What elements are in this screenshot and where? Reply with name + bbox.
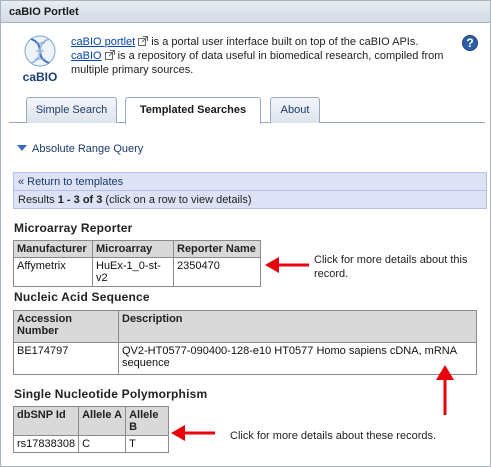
table-cell[interactable]: rs17838308: [12, 435, 80, 453]
table-cell[interactable]: Affymetrix: [13, 257, 93, 287]
column-header: Accession Number: [13, 310, 119, 343]
table-cell[interactable]: HuEx-1_0-st-v2: [92, 257, 174, 287]
results-suffix: (click on a row to view details): [102, 194, 252, 206]
table-cell[interactable]: QV2-HT0577-090400-128-e10 HT0577 Homo sa…: [118, 342, 477, 375]
intro-text-1: is a portal user interface built on top …: [151, 36, 419, 48]
query-label: Absolute Range Query: [32, 143, 144, 155]
nucleic-acid-sequence-table: Accession Number Description BE174797 QV…: [13, 310, 477, 375]
microarray-reporter-heading: Microarray Reporter: [14, 221, 133, 235]
column-header: Manufacturer: [13, 240, 93, 258]
intro-text: caBIO portlet is a portal user interface …: [71, 35, 456, 77]
external-link-icon: [104, 50, 115, 60]
table-cell[interactable]: T: [125, 435, 169, 453]
results-nav: « Return to templates Results 1 - 3 of 3…: [13, 172, 487, 209]
results-range: 1 - 3 of 3: [57, 194, 103, 206]
microarray-reporter-table: Manufacturer Microarray Reporter Name Af…: [13, 240, 261, 287]
snp-table: dbSNP Id Allele A Allele B rs17838308 C …: [12, 406, 169, 453]
logo-text: caBIO: [23, 70, 58, 84]
results-prefix: Results: [18, 194, 58, 206]
portlet-titlebar: caBIO Portlet: [1, 1, 490, 23]
tab-about[interactable]: About: [270, 97, 320, 123]
column-header: Allele B: [125, 406, 169, 436]
expand-triangle-icon: [17, 145, 27, 151]
dna-logo-icon: caBIO: [23, 35, 58, 84]
table-cell[interactable]: 2350470: [173, 257, 261, 287]
table-header-row: Manufacturer Microarray Reporter Name: [13, 240, 261, 258]
cabio-portlet-link[interactable]: caBIO portlet: [71, 36, 135, 48]
table-header-row: dbSNP Id Allele A Allele B: [12, 406, 169, 436]
table-row[interactable]: Affymetrix HuEx-1_0-st-v2 2350470: [13, 257, 261, 287]
column-header: Allele A: [78, 406, 127, 436]
red-arrow-icon: [171, 425, 215, 441]
records-note: Click for more details about these recor…: [230, 430, 437, 442]
table-row[interactable]: rs17838308 C T: [12, 435, 169, 453]
return-to-templates-link[interactable]: « Return to templates: [14, 173, 486, 191]
portlet-title: caBIO Portlet: [9, 6, 79, 18]
tab-templated-searches[interactable]: Templated Searches: [125, 97, 261, 124]
column-header: dbSNP Id: [12, 406, 80, 436]
record-note: Click for more details about this record…: [314, 254, 468, 280]
column-header: Microarray: [92, 240, 174, 258]
table-row[interactable]: BE174797 QV2-HT0577-090400-128-e10 HT057…: [13, 342, 477, 375]
red-arrow-icon: [265, 257, 309, 273]
cabio-portlet: caBIO Portlet caBIO caBIO portlet is a po…: [0, 0, 491, 467]
help-icon[interactable]: ?: [462, 35, 478, 51]
table-header-row: Accession Number Description: [13, 310, 477, 343]
external-link-icon: [138, 36, 149, 46]
column-header: Description: [118, 310, 477, 343]
red-arrow-up-icon: [436, 365, 454, 415]
table-cell[interactable]: C: [78, 435, 127, 453]
table-cell[interactable]: BE174797: [13, 342, 119, 375]
absolute-range-query-toggle[interactable]: Absolute Range Query: [17, 143, 143, 155]
column-header: Reporter Name: [173, 240, 261, 258]
cabio-link[interactable]: caBIO: [71, 50, 102, 62]
snp-heading: Single Nucleotide Polymorphism: [14, 387, 208, 401]
cabio-logo: caBIO: [17, 31, 63, 85]
nucleic-acid-sequence-heading: Nucleic Acid Sequence: [14, 290, 150, 304]
intro-text-2: is a repository of data useful in biomed…: [71, 50, 444, 76]
tab-simple-search[interactable]: Simple Search: [26, 97, 117, 123]
results-summary: Results 1 - 3 of 3 (click on a row to vi…: [18, 194, 252, 206]
